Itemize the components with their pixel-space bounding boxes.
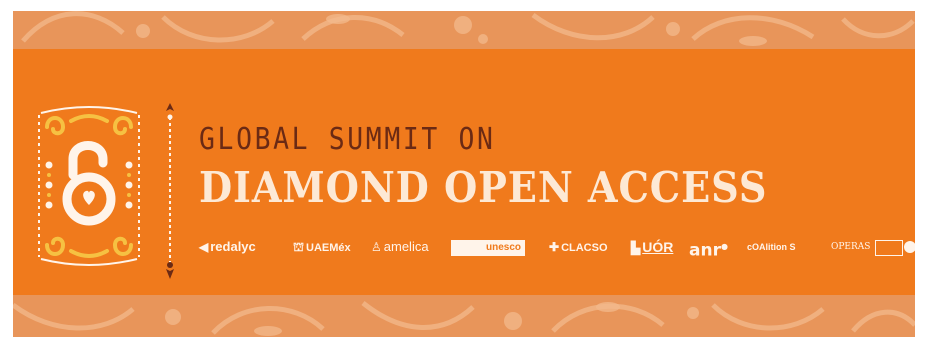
science-europe-globe-icon	[904, 241, 915, 253]
spine-ornament-icon	[166, 103, 174, 279]
clacso-cross-icon: ✚	[549, 240, 560, 254]
open-access-lock-icon	[38, 106, 140, 266]
partner-coalition-s: cOAlition S	[747, 237, 796, 257]
partner-amelica-label: amelica	[383, 239, 429, 254]
floral-pattern-bottom	[13, 301, 915, 336]
open-access-logo-frame	[33, 105, 145, 267]
bottom-ornament-band	[13, 295, 915, 337]
uaemex-crest-icon: ⛫	[293, 240, 305, 254]
partner-anr: anr●	[689, 237, 728, 261]
amelica-figure-icon: ♙	[371, 240, 382, 254]
partner-logos: ◀ redalyc ⛫ UAEMéx ♙ amelica unesco ✚ CLACSO…	[199, 237, 915, 261]
partner-redalyc: ◀ redalyc	[199, 237, 256, 257]
partner-uaemex-label: UAEMéx	[306, 242, 351, 254]
summit-title-line2: DIAMOND OPEN ACCESS	[199, 163, 768, 212]
partner-clacso-label: CLACSO	[561, 242, 608, 254]
partner-amelica: ♙ amelica	[371, 237, 429, 257]
partner-operas: OPERAS	[831, 237, 870, 257]
partner-operas-label: OPERAS	[831, 242, 871, 252]
floral-pattern-top	[21, 11, 915, 46]
partner-coalition-s-label: cOAlition S	[747, 242, 796, 252]
partner-unesco: unesco	[451, 237, 526, 257]
summit-title-line1: GLOBAL SUMMIT ON	[199, 122, 496, 157]
summit-banner: GLOBAL SUMMIT ON DIAMOND OPEN ACCESS ◀ re…	[13, 11, 915, 337]
redalyc-arrow-icon: ◀	[199, 240, 209, 254]
uor-book-icon: ▙	[631, 241, 641, 255]
partner-uor-label: UÓR	[642, 239, 674, 255]
partner-clacso: ✚ CLACSO	[549, 237, 608, 257]
top-ornament-band	[13, 11, 915, 49]
unesco-temple-icon: unesco	[451, 240, 526, 256]
partner-anr-label: anr	[689, 240, 721, 261]
decorative-spine	[165, 103, 175, 279]
science-europe-logo	[875, 240, 903, 256]
partner-uaemex: ⛫ UAEMéx	[293, 237, 351, 257]
anr-registered-icon: ●	[720, 242, 728, 251]
partner-unesco-label: unesco	[486, 242, 522, 253]
partner-redalyc-label: redalyc	[210, 239, 256, 254]
partner-science-europe	[875, 237, 915, 257]
partner-uor: ▙ UÓR	[631, 237, 673, 257]
